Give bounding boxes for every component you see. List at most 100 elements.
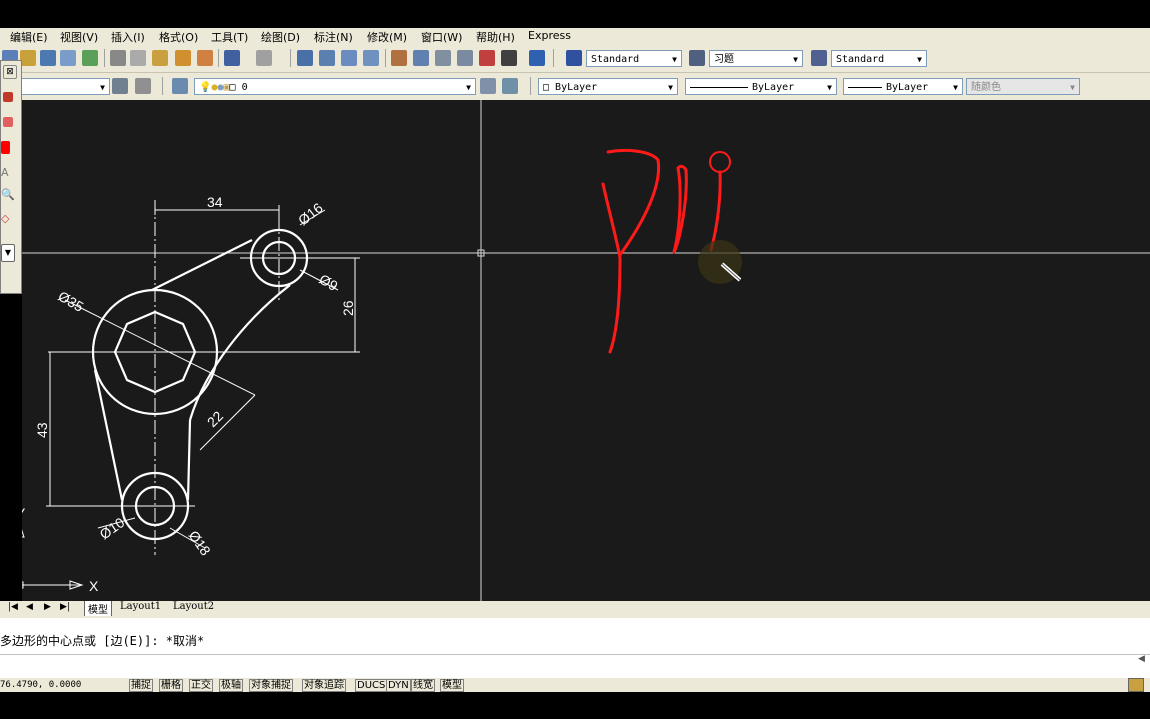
toggle-snap[interactable]: 捕捉 bbox=[129, 679, 153, 692]
layer-select[interactable]: 💡●●▣□ 0 ▼ bbox=[194, 78, 476, 95]
line-icon[interactable] bbox=[3, 117, 13, 127]
toggle-polar[interactable]: 极轴 bbox=[219, 679, 243, 692]
markup-icon[interactable] bbox=[479, 50, 495, 66]
command-scroll-icon[interactable]: ◀ bbox=[1138, 654, 1145, 664]
draw-toolbar-floating: ⊠ A 🔍 ◇ ▼ bbox=[0, 60, 22, 294]
sheet-set-icon[interactable] bbox=[457, 50, 473, 66]
open-icon[interactable] bbox=[20, 50, 36, 66]
layer-previous-icon[interactable] bbox=[502, 78, 518, 94]
dim-style-select[interactable]: 习题 ▼ bbox=[709, 50, 803, 67]
layer-color-icon: □ bbox=[229, 82, 236, 93]
dimension-texts: 34 Ø16 Ø9 26 Ø35 22 43 Ø10 Ø18 bbox=[34, 194, 356, 559]
menu-bar: 编辑(E) 视图(V) 插入(I) 格式(O) 工具(T) 绘图(D) 标注(N… bbox=[0, 28, 1150, 45]
color-icon[interactable] bbox=[1, 141, 10, 154]
command-divider bbox=[0, 654, 1150, 655]
status-bar: 76.4790, 0.0000 捕捉 栅格 正交 极轴 对象捕捉 对象追踪 DU… bbox=[0, 678, 1150, 692]
dim-34: 34 bbox=[207, 194, 223, 210]
menu-format[interactable]: 格式(O) bbox=[159, 29, 198, 45]
standard-toolbar: Standard ▼ 习题 ▼ Standard ▼ bbox=[0, 45, 1150, 73]
lineweight-sample bbox=[848, 86, 882, 88]
toggle-model[interactable]: 模型 bbox=[440, 679, 464, 692]
zoom-realtime-icon[interactable] bbox=[319, 50, 335, 66]
layer-properties-icon[interactable] bbox=[172, 78, 188, 94]
text-icon[interactable]: A bbox=[1, 167, 11, 179]
toggle-grid[interactable]: 栅格 bbox=[159, 679, 183, 692]
color-select[interactable]: □ ByLayer ▼ bbox=[538, 78, 678, 95]
drawing-canvas: 34 Ø16 Ø9 26 Ø35 22 43 Ø10 Ø18 Y X bbox=[22, 100, 1150, 602]
menu-insert[interactable]: 插入(I) bbox=[111, 29, 145, 45]
layers-properties-toolbar: ▼ 💡●●▣□ 0 ▼ □ ByLayer ▼ ByLayer ▼ ByLayer ▼ … bbox=[0, 73, 1150, 101]
command-history-line: 多边形的中心点或 [边(E)]: *取消* bbox=[0, 634, 205, 648]
tab-prev-icon[interactable]: ◀ bbox=[26, 602, 33, 612]
copy-icon[interactable] bbox=[130, 50, 146, 66]
menu-edit[interactable]: 编辑(E) bbox=[10, 29, 48, 45]
menu-tools[interactable]: 工具(T) bbox=[211, 29, 248, 45]
make-current-layer-icon[interactable] bbox=[480, 78, 496, 94]
linetype-sample bbox=[690, 86, 748, 88]
block-editor-icon[interactable] bbox=[197, 50, 213, 66]
publish-icon[interactable] bbox=[82, 50, 98, 66]
tool-palettes-icon[interactable] bbox=[435, 50, 451, 66]
tab-last-icon[interactable]: ▶| bbox=[60, 602, 70, 612]
toggle-ducs[interactable]: DUCS bbox=[355, 679, 388, 692]
erase-icon[interactable]: ◇ bbox=[1, 213, 11, 225]
toggle-ortho[interactable]: 正交 bbox=[189, 679, 213, 692]
plot-icon[interactable] bbox=[60, 50, 76, 66]
left-arm-line bbox=[93, 369, 124, 501]
toggle-otrack[interactable]: 对象追踪 bbox=[302, 679, 346, 692]
zoom-icon[interactable]: 🔍 bbox=[1, 189, 15, 201]
table-style-select[interactable]: Standard ▼ bbox=[831, 50, 927, 67]
ucs-icon: Y X bbox=[22, 505, 99, 594]
menu-modify[interactable]: 修改(M) bbox=[367, 29, 407, 45]
toggle-dyn[interactable]: DYN bbox=[386, 679, 411, 692]
match-properties-icon[interactable] bbox=[175, 50, 191, 66]
tab-next-icon[interactable]: ▶ bbox=[44, 602, 51, 612]
dim-dia35: Ø35 bbox=[56, 288, 87, 315]
menu-view[interactable]: 视图(V) bbox=[60, 29, 98, 45]
cut-icon[interactable] bbox=[110, 50, 126, 66]
plot-style-select[interactable]: 随颜色 ▼ bbox=[966, 78, 1080, 95]
layer-state-icon[interactable] bbox=[135, 78, 151, 94]
redo-icon[interactable] bbox=[256, 50, 272, 66]
dim-dia16: Ø16 bbox=[295, 199, 326, 228]
menu-dimension[interactable]: 标注(N) bbox=[314, 29, 353, 45]
help-icon[interactable] bbox=[529, 50, 545, 66]
undo-icon[interactable] bbox=[224, 50, 240, 66]
coordinate-readout: 76.4790, 0.0000 bbox=[0, 680, 82, 690]
toggle-osnap[interactable]: 对象捕捉 bbox=[249, 679, 293, 692]
dim-26: 26 bbox=[340, 300, 356, 316]
dim-43: 43 bbox=[34, 422, 50, 438]
tab-model[interactable]: 模型 bbox=[84, 601, 112, 617]
linetype-select[interactable]: ByLayer ▼ bbox=[685, 78, 837, 95]
tab-first-icon[interactable]: |◀ bbox=[8, 602, 18, 612]
tab-layout2[interactable]: Layout2 bbox=[171, 601, 216, 612]
menu-express[interactable]: Express bbox=[528, 29, 571, 42]
menu-window[interactable]: 窗口(W) bbox=[421, 29, 462, 45]
menu-draw[interactable]: 绘图(D) bbox=[261, 29, 300, 45]
close-icon[interactable]: ⊠ bbox=[3, 65, 17, 79]
design-center-icon[interactable] bbox=[413, 50, 429, 66]
menu-help[interactable]: 帮助(H) bbox=[476, 29, 515, 45]
drawing-area[interactable]: 34 Ø16 Ø9 26 Ø35 22 43 Ø10 Ø18 Y X bbox=[22, 100, 1150, 602]
command-window[interactable]: 多边形的中心点或 [边(E)]: *取消* ◀ bbox=[0, 616, 1150, 680]
lineweight-select[interactable]: ByLayer ▼ bbox=[843, 78, 963, 95]
paste-icon[interactable] bbox=[152, 50, 168, 66]
toggle-lineweight[interactable]: 线宽 bbox=[411, 679, 435, 692]
toolbar-icon[interactable] bbox=[3, 92, 13, 102]
layer-on-icon: 💡 bbox=[199, 82, 212, 93]
tab-layout1[interactable]: Layout1 bbox=[118, 601, 163, 612]
save-icon[interactable] bbox=[40, 50, 56, 66]
tray-settings-icon[interactable] bbox=[1128, 678, 1144, 692]
text-style-select[interactable]: Standard ▼ bbox=[586, 50, 682, 67]
zoom-previous-icon[interactable] bbox=[363, 50, 379, 66]
dropdown-icon[interactable]: ▼ bbox=[1, 244, 15, 262]
zoom-window-icon[interactable] bbox=[341, 50, 357, 66]
dim-style-icon[interactable] bbox=[689, 50, 705, 66]
text-style-icon[interactable] bbox=[566, 50, 582, 66]
table-style-icon[interactable] bbox=[811, 50, 827, 66]
calculator-icon[interactable] bbox=[501, 50, 517, 66]
layer-manager-icon[interactable] bbox=[112, 78, 128, 94]
properties-icon[interactable] bbox=[391, 50, 407, 66]
pan-icon[interactable] bbox=[297, 50, 313, 66]
right-arm-line bbox=[186, 419, 192, 501]
